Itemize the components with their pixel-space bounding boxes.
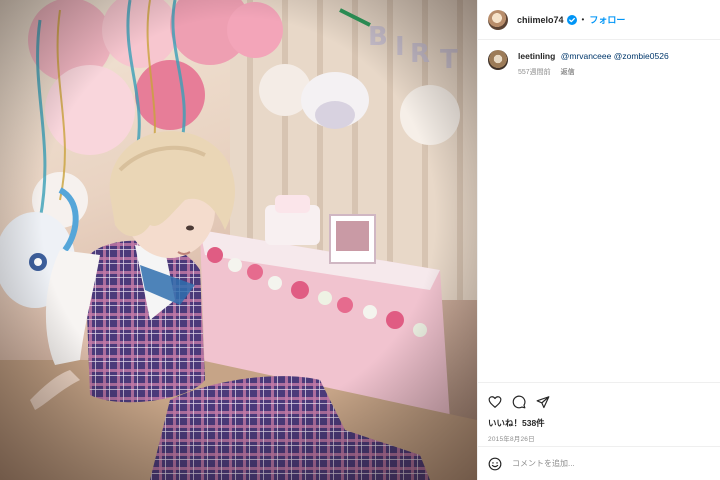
comment-reply-button[interactable]: 返信: [561, 69, 575, 76]
paper-plane-icon[interactable]: [536, 395, 550, 409]
add-comment-input[interactable]: [512, 459, 692, 468]
post-actions: いいね！538件 2015年8月26日: [478, 382, 720, 443]
verified-badge-icon: [566, 14, 577, 25]
comment-meta: 557週間前 返信: [518, 67, 669, 77]
like-count[interactable]: いいね！538件: [488, 417, 711, 429]
post-photo[interactable]: BIRT: [0, 0, 477, 480]
follow-button[interactable]: フォロー: [589, 13, 625, 26]
comment-age[interactable]: 557週間前: [518, 69, 551, 76]
author-username[interactable]: chiimelo74: [517, 15, 564, 25]
action-icons: [488, 393, 711, 411]
post-header: chiimelo74 • フォロー: [478, 0, 720, 40]
header-separator: •: [581, 15, 585, 24]
post-date[interactable]: 2015年8月26日: [488, 433, 711, 443]
smiley-icon[interactable]: [488, 457, 502, 471]
comment-mention-1[interactable]: @mrvanceee: [561, 51, 612, 61]
comment-text: leetinling @mrvanceee @zombie0526: [518, 50, 669, 63]
commenter-avatar[interactable]: [488, 50, 508, 70]
post-side-panel: chiimelo74 • フォロー leetinling @mrvanceee …: [477, 0, 720, 480]
comment-body: leetinling @mrvanceee @zombie0526 557週間前…: [518, 50, 669, 77]
comment-item: leetinling @mrvanceee @zombie0526 557週間前…: [488, 50, 713, 77]
commenter-username[interactable]: leetinling: [518, 51, 555, 61]
photo-illustration: BIRT: [0, 0, 477, 480]
comment-bubble-icon[interactable]: [512, 395, 526, 409]
add-comment-bar: [478, 446, 720, 480]
heart-icon[interactable]: [488, 395, 502, 409]
comment-mention-2[interactable]: @zombie0526: [614, 51, 669, 61]
author-avatar[interactable]: [488, 9, 508, 30]
